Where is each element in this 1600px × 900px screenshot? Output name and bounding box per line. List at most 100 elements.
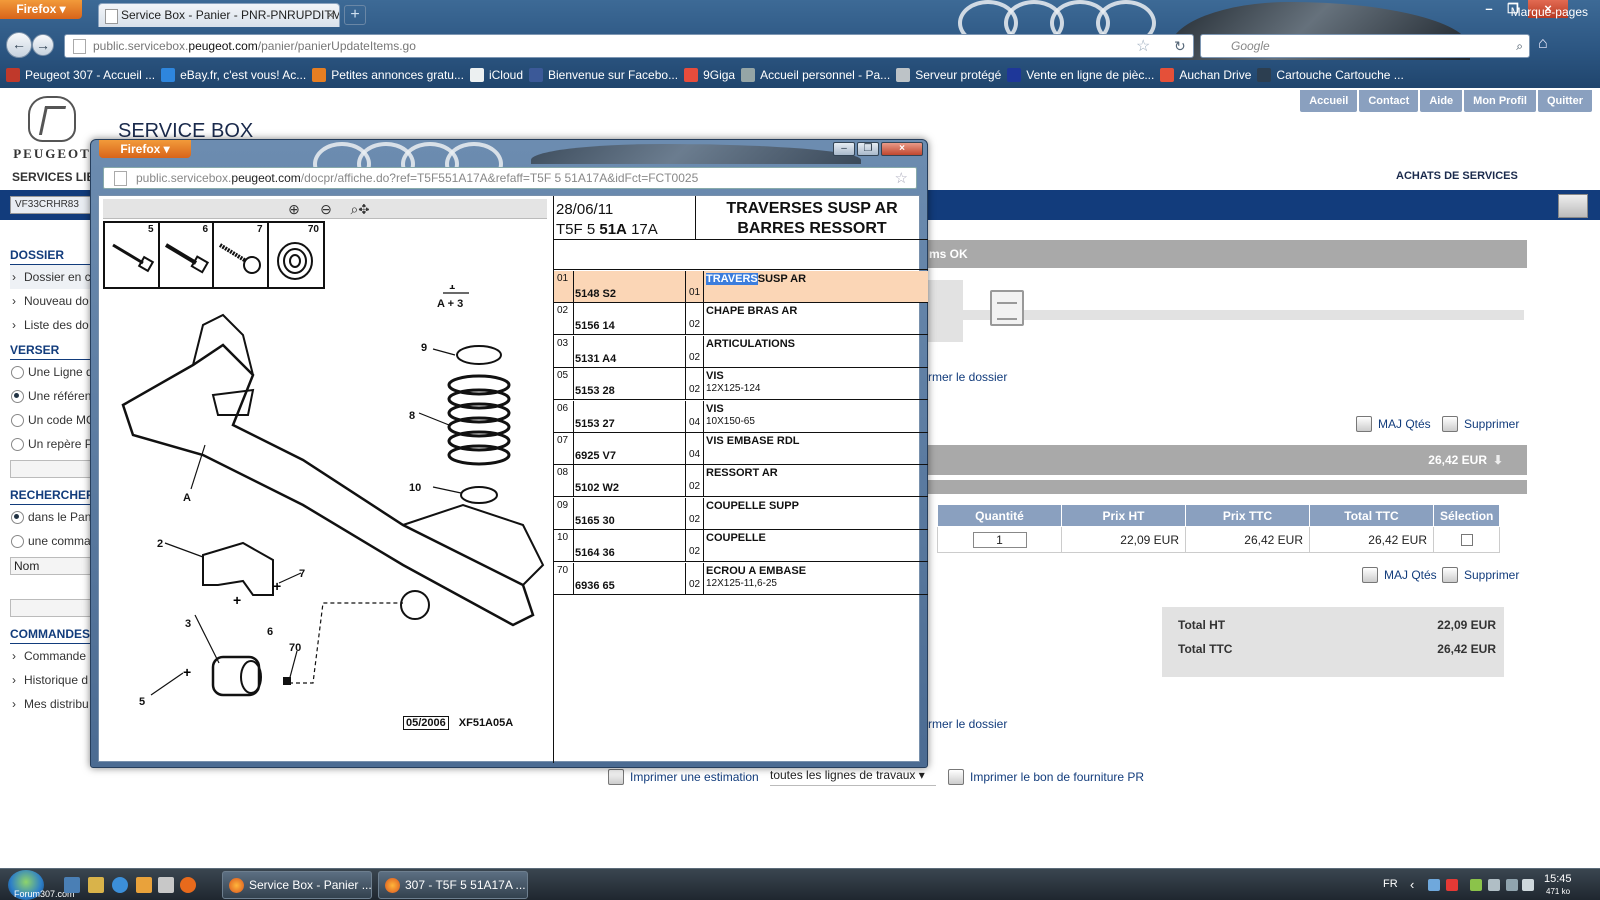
part-row[interactable]: 70 6936 65 02 ECROU A EMBASE 12X125-11,6-25 (554, 562, 928, 595)
url-bar[interactable]: public.servicebox.peugeot.com/panier/pan… (64, 34, 1194, 58)
top-nav-contact-button[interactable]: Contact (1359, 90, 1419, 112)
verser-item[interactable]: Un repère P (10, 432, 92, 456)
firefox-icon[interactable] (180, 877, 196, 893)
bookmark-item[interactable]: Auchan Drive (1160, 68, 1251, 82)
update-quantities-button[interactable]: MAJ Qtés (1356, 416, 1431, 432)
dossier-item[interactable]: Liste des do (10, 313, 92, 337)
antivirus-icon[interactable] (1446, 879, 1458, 891)
browser-tab[interactable]: Service Box - Panier - PNR-PNRUPDITM... … (98, 3, 340, 27)
bookmark-item[interactable]: Cartouche Cartouche ... (1257, 68, 1404, 82)
bookmarks-menu[interactable]: Marque-pages (1511, 5, 1588, 19)
part-reference[interactable]: 5153 28 (574, 368, 686, 400)
zoom-out-icon[interactable]: ⊖ (317, 200, 335, 218)
part-reference[interactable]: 5165 30 (574, 497, 686, 529)
search-icon[interactable]: ⌕ (1516, 35, 1523, 57)
clock[interactable]: 15:45 (1544, 873, 1572, 885)
rechercher-item[interactable]: dans le Pan (10, 505, 92, 529)
part-row[interactable]: 10 5164 36 02 COUPELLE (554, 530, 928, 563)
peugeot-logo[interactable]: PEUGEOT (12, 96, 92, 162)
network-icon[interactable] (1428, 879, 1440, 891)
part-row[interactable]: 06 5153 27 04 VIS 10X150-65 (554, 400, 928, 433)
show-desktop-icon[interactable] (64, 877, 80, 893)
hardware-cell[interactable]: 6 (160, 223, 214, 287)
bookmark-item[interactable]: eBay.fr, c'est vous! Ac... (161, 68, 306, 82)
part-reference[interactable]: 5156 14 (574, 303, 686, 335)
part-row[interactable]: 05 5153 28 02 VIS 12X125-124 (554, 368, 928, 401)
new-tab-button[interactable]: + (344, 5, 366, 25)
bookmark-item[interactable]: Serveur protégé (896, 68, 1001, 82)
taskbar-item-parts-catalog[interactable]: 307 - T5F 5 51A17A ... (378, 871, 528, 899)
minimize-window-button[interactable]: – (1476, 0, 1502, 18)
commandes-item[interactable]: Commande (10, 644, 92, 668)
part-row[interactable]: 01 5148 S2 01 TRAVERSSUSP AR (554, 271, 928, 303)
print-supply-button[interactable]: Imprimer le bon de fourniture PR (948, 769, 1144, 785)
dossier-item[interactable]: Nouveau do (10, 289, 92, 313)
part-reference[interactable]: 5164 36 (574, 530, 686, 562)
explorer-icon[interactable] (88, 877, 104, 893)
part-reference[interactable]: 5153 27 (574, 400, 686, 432)
hardware-cell[interactable]: 7 (214, 223, 269, 287)
close-tab-icon[interactable]: × (327, 4, 334, 26)
back-button[interactable]: ← (6, 32, 32, 58)
top-nav-accueil-button[interactable]: Accueil (1300, 90, 1358, 112)
zoom-in-icon[interactable]: ⊕ (285, 200, 303, 218)
store-icon[interactable] (158, 877, 174, 893)
delete-button[interactable]: Supprimer (1442, 416, 1519, 432)
verser-input[interactable] (10, 460, 92, 478)
arrow-down-icon[interactable]: ⬇ (1493, 445, 1503, 475)
language-indicator[interactable]: FR (1383, 878, 1398, 890)
firefox-menu-button[interactable]: Firefox ▾ (0, 0, 82, 19)
part-reference[interactable]: 5102 W2 (574, 465, 686, 497)
part-reference[interactable]: 6936 65 (574, 562, 686, 594)
part-reference[interactable]: 5131 A4 (574, 335, 686, 367)
search-field[interactable]: Nom (10, 557, 92, 575)
quantity-input[interactable]: 1 (972, 531, 1027, 548)
bookmark-item[interactable]: Accueil personnel - Pa... (741, 68, 890, 82)
reload-icon[interactable]: ↻ (1174, 38, 1186, 55)
popup-minimize-button[interactable]: – (833, 142, 855, 156)
chat-icon[interactable] (1470, 879, 1482, 891)
close-folder-link-2[interactable]: rmer le dossier (928, 717, 1007, 731)
work-lines-select[interactable]: toutes les lignes de travaux ▾ (770, 768, 936, 786)
search-bar[interactable]: Google ⌕ (1200, 34, 1530, 58)
popup-firefox-menu-button[interactable]: Firefox ▾ (99, 140, 191, 158)
monitor-icon[interactable] (1488, 879, 1500, 891)
volume-icon[interactable] (1522, 879, 1534, 891)
print-estimate-button[interactable]: Imprimer une estimation (608, 769, 759, 785)
popup-bookmark-star-icon[interactable]: ☆ (895, 169, 908, 188)
barcode-icon[interactable] (1558, 194, 1588, 218)
hardware-cell[interactable]: 5 (105, 223, 160, 287)
document-icon[interactable] (990, 290, 1024, 326)
popup-maximize-button[interactable]: ❐ (857, 142, 879, 156)
close-folder-link[interactable]: rmer le dossier (928, 370, 1007, 384)
part-row[interactable]: 02 5156 14 02 CHAPE BRAS AR (554, 303, 928, 336)
commandes-item[interactable]: Historique d (10, 668, 92, 692)
taskbar-item-service-box[interactable]: Service Box - Panier ... (222, 871, 372, 899)
signal-icon[interactable] (1506, 879, 1518, 891)
forward-button[interactable]: → (32, 34, 54, 56)
bookmark-item[interactable]: iCloud (469, 68, 523, 82)
top-nav-quitter-button[interactable]: Quitter (1537, 90, 1592, 112)
verser-item[interactable]: Une référen (10, 384, 92, 408)
bookmark-item[interactable]: Peugeot 307 - Accueil ... (6, 68, 155, 82)
bookmark-star-icon[interactable]: ☆ (1136, 36, 1150, 56)
part-row[interactable]: 07 6925 V7 04 VIS EMBASE RDL (554, 433, 928, 465)
vin-field[interactable]: VF33CRHR83 (10, 196, 92, 214)
search-value-input[interactable] (10, 599, 92, 617)
bookmark-item[interactable]: Petites annonces gratu... (312, 68, 464, 82)
bookmark-item[interactable]: 9Giga (684, 68, 735, 82)
selection-checkbox[interactable] (1460, 533, 1473, 546)
hardware-cell[interactable]: 70 (269, 223, 323, 287)
popup-close-button[interactable]: × (881, 142, 923, 156)
verser-item[interactable]: Un code MO (10, 408, 92, 432)
top-nav-mon-profil-button[interactable]: Mon Profil (1464, 90, 1536, 112)
popup-url-bar[interactable]: public.servicebox.peugeot.com/docpr/affi… (103, 167, 917, 189)
commandes-item[interactable]: Mes distribu (10, 692, 92, 716)
rechercher-item[interactable]: une comma (10, 529, 92, 553)
services-tab[interactable]: SERVICES LIB (12, 170, 95, 184)
home-icon[interactable]: ⌂ (1538, 35, 1548, 53)
bookmark-item[interactable]: Vente en ligne de pièc... (1007, 68, 1154, 82)
top-nav-aide-button[interactable]: Aide (1420, 90, 1463, 112)
achats-services-tab[interactable]: ACHATS DE SERVICES (1396, 170, 1518, 182)
bookmark-item[interactable]: Bienvenue sur Facebo... (529, 68, 678, 82)
